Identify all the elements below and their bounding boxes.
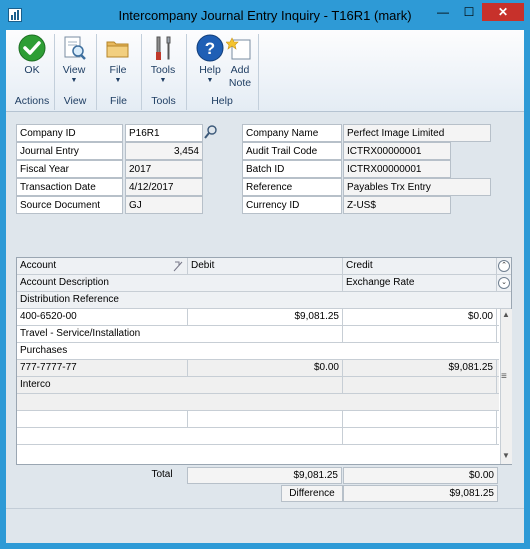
grid-header-exchange-rate: Exchange Rate [343, 275, 497, 292]
table-row[interactable]: 400-6520-00 $9,081.25 $0.00 [17, 309, 499, 326]
minimize-button[interactable]: — [430, 3, 456, 21]
grid-header-credit[interactable]: Credit [343, 258, 497, 275]
grid-scrollbar[interactable]: ▲ ≡ ▼ [500, 309, 512, 464]
ribbon-group-view: View [63, 95, 87, 107]
grid-header-account[interactable]: Account [17, 258, 188, 275]
tools-menu-button[interactable]: Tools ▼ [143, 34, 183, 85]
scroll-down-icon[interactable]: ▼ [502, 451, 510, 460]
table-row-description: Travel - Service/Installation [17, 326, 499, 343]
account-cell[interactable]: 400-6520-00 [17, 309, 188, 326]
ribbon-toolbar: OK View ▼ File ▼ Tools ▼ ? Help ▼ Add No… [6, 30, 524, 112]
company-id-label: Company ID [16, 124, 123, 142]
note-icon [225, 34, 254, 62]
dropdown-arrow-icon: ▼ [70, 77, 78, 84]
folder-icon [104, 34, 132, 62]
batch-id-field: ICTRX00000001 [343, 160, 451, 178]
transaction-date-field: 4/12/2017 [125, 178, 203, 196]
credit-cell[interactable]: $0.00 [343, 309, 497, 326]
company-name-field: Perfect Image Limited [343, 124, 491, 142]
journal-entry-label: Journal Entry [16, 142, 123, 160]
account-cell[interactable]: 777-7777-77 [17, 360, 188, 377]
journal-entry-field: 3,454 [125, 142, 203, 160]
fiscal-year-field: 2017 [125, 160, 203, 178]
ribbon-group-actions: Actions [14, 95, 50, 107]
scroll-up-icon[interactable]: ▲ [502, 310, 510, 319]
account-lookup-icon[interactable] [172, 260, 184, 272]
ribbon-group-help: Help [211, 95, 233, 107]
table-row-empty[interactable] [17, 428, 499, 445]
app-window: Intercompany Journal Entry Inquiry - T16… [0, 0, 530, 549]
tools-label: Tools [150, 64, 176, 76]
table-row-reference: Purchases [17, 343, 499, 360]
transaction-date-label: Transaction Date [16, 178, 123, 196]
view-menu-button[interactable]: View ▼ [54, 34, 94, 85]
credit-cell[interactable]: $9,081.25 [343, 360, 497, 377]
svg-text:?: ? [205, 39, 215, 58]
difference-label: Difference [281, 485, 343, 502]
window-content: OK View ▼ File ▼ Tools ▼ ? Help ▼ Add No… [6, 30, 524, 543]
dropdown-arrow-icon: ▼ [159, 77, 167, 84]
ribbon-group-tools: Tools [151, 95, 176, 107]
add-note-button[interactable]: Add Note [220, 34, 260, 90]
grid-header-row-3: Distribution Reference [17, 292, 511, 309]
table-row-reference: Interco [17, 377, 499, 394]
close-button[interactable]: ✕ [482, 3, 524, 21]
search-icon[interactable] [204, 124, 218, 140]
debit-cell[interactable]: $0.00 [188, 360, 343, 377]
company-name-label: Company Name [242, 124, 342, 142]
table-row-empty [17, 394, 499, 411]
title-bar[interactable]: Intercompany Journal Entry Inquiry - T16… [0, 0, 530, 30]
view-label: View [62, 64, 86, 76]
currency-id-label: Currency ID [242, 196, 342, 214]
reference-field: Payables Trx Entry [343, 178, 491, 196]
ribbon-separator [258, 34, 259, 110]
file-menu-button[interactable]: File ▼ [98, 34, 138, 85]
ok-label: OK [24, 64, 40, 76]
view-document-icon [60, 34, 88, 62]
total-label: Total [151, 469, 173, 480]
collapse-rows-icon[interactable]: ⌃ [498, 260, 510, 272]
distribution-grid[interactable]: Account Debit Credit ⌃ Account Descripti… [16, 257, 512, 465]
distribution-reference-cell: Purchases [20, 345, 68, 356]
exchange-rate-cell [343, 377, 497, 394]
checkmark-icon [18, 34, 46, 62]
tools-icon [149, 34, 177, 62]
audit-trail-code-label: Audit Trail Code [242, 142, 342, 160]
maximize-button[interactable]: ☐ [456, 3, 482, 21]
grid-header-row-1: Account Debit Credit ⌃ [17, 258, 511, 275]
expand-rows-icon[interactable]: ⌄ [498, 277, 510, 289]
exchange-rate-cell [343, 326, 497, 343]
ribbon-group-file: File [110, 95, 127, 107]
grid-header-account-description: Account Description [17, 275, 343, 292]
add-note-label: Add Note [228, 64, 252, 89]
grid-header-row-2: Account Description Exchange Rate ⌄ [17, 275, 511, 292]
source-document-label: Source Document [16, 196, 123, 214]
batch-id-label: Batch ID [242, 160, 342, 178]
table-row-empty[interactable] [17, 411, 499, 428]
grid-header-distribution-reference: Distribution Reference [20, 294, 119, 305]
scroll-grip-icon[interactable]: ≡ [501, 371, 507, 382]
source-document-field: GJ [125, 196, 203, 214]
grid-header-debit[interactable]: Debit [188, 258, 343, 275]
currency-id-field: Z-US$ [343, 196, 451, 214]
total-debit-field: $9,081.25 [187, 467, 342, 484]
audit-trail-code-field: ICTRX00000001 [343, 142, 451, 160]
account-description-cell: Travel - Service/Installation [17, 326, 343, 343]
reference-label: Reference [242, 178, 342, 196]
difference-field: $9,081.25 [343, 485, 498, 502]
dropdown-arrow-icon: ▼ [114, 77, 122, 84]
file-label: File [109, 64, 127, 76]
company-id-field[interactable]: P16R1 [125, 124, 203, 142]
table-row[interactable]: 777-7777-77 $0.00 $9,081.25 [17, 360, 499, 377]
status-bar [6, 508, 524, 543]
distribution-reference-cell: Interco [17, 377, 343, 394]
debit-cell[interactable]: $9,081.25 [188, 309, 343, 326]
fiscal-year-label: Fiscal Year [16, 160, 123, 178]
total-credit-field: $0.00 [343, 467, 498, 484]
ok-button[interactable]: OK [12, 34, 52, 77]
